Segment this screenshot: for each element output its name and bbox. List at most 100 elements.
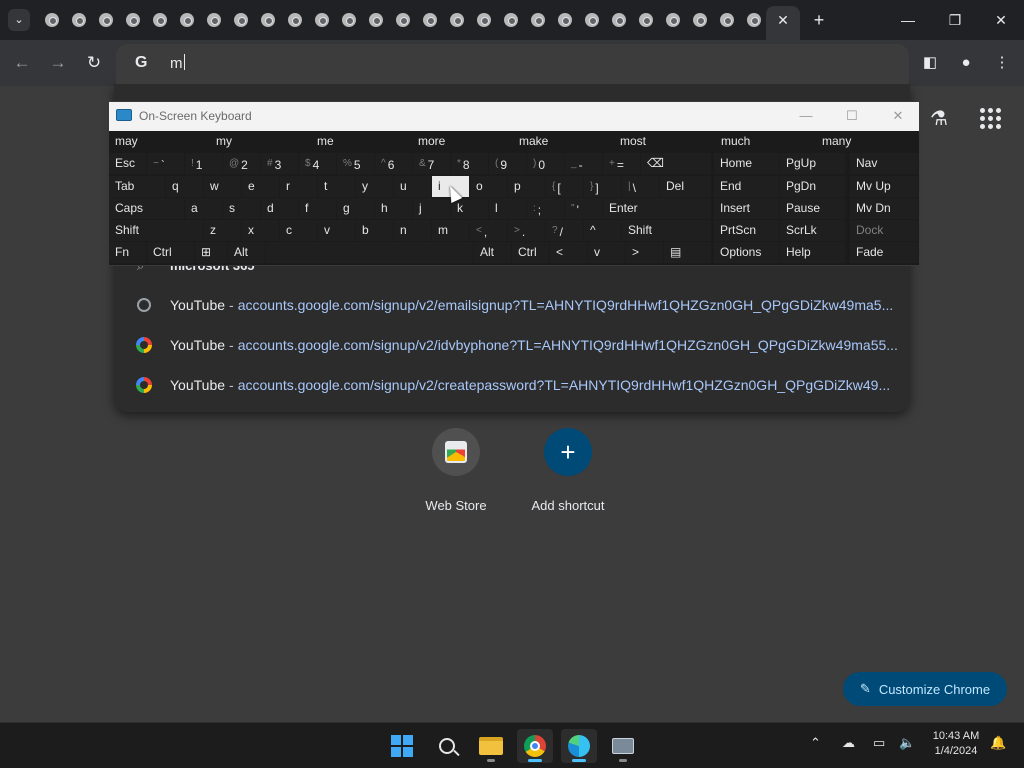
osk-nav-key[interactable]: Mv Up: [850, 176, 918, 197]
osk-key[interactable]: Esc: [109, 153, 146, 174]
reload-icon[interactable]: ↻: [82, 51, 106, 75]
osk-key[interactable]: o: [470, 176, 507, 197]
tab[interactable]: [524, 6, 551, 34]
volume-icon[interactable]: 🔈: [899, 735, 915, 751]
osk-title-bar[interactable]: On-Screen Keyboard — ☐ ✕: [109, 102, 919, 131]
osk-key[interactable]: Alt: [474, 242, 511, 263]
osk-key[interactable]: Shift: [622, 220, 711, 241]
menu-kebab-icon[interactable]: ⋮: [990, 51, 1014, 75]
osk-key[interactable]: ~ `: [147, 153, 184, 174]
osk-key[interactable]: m: [432, 220, 469, 241]
osk-key[interactable]: v: [318, 220, 355, 241]
tab[interactable]: [146, 6, 173, 34]
taskbar-chrome[interactable]: [517, 729, 553, 763]
taskbar-clock[interactable]: 10:43 AM 1/4/2024: [926, 729, 986, 759]
prediction-much[interactable]: much: [715, 131, 815, 152]
osk-key[interactable]: @2: [223, 153, 260, 174]
apps-grid-icon[interactable]: [978, 106, 1002, 130]
prediction-many[interactable]: many: [816, 131, 916, 152]
tab[interactable]: [551, 6, 578, 34]
osk-close-button[interactable]: ✕: [883, 107, 913, 125]
tab[interactable]: [605, 6, 632, 34]
tab[interactable]: [497, 6, 524, 34]
osk-key[interactable]: p: [508, 176, 545, 197]
osk-key[interactable]: [266, 242, 473, 263]
osk-key[interactable]: + =: [603, 153, 640, 174]
prediction-me[interactable]: me: [311, 131, 411, 152]
tab[interactable]: [443, 6, 470, 34]
osk-key[interactable]: h: [375, 198, 412, 219]
osk-key[interactable]: ^: [584, 220, 621, 241]
window-close-button[interactable]: ✕: [986, 8, 1016, 32]
osk-key[interactable]: _ -: [565, 153, 602, 174]
tab[interactable]: [308, 6, 335, 34]
osk-key[interactable]: f: [299, 198, 336, 219]
osk-key[interactable]: Enter: [603, 198, 711, 219]
shortcut-web-store[interactable]: Web Store: [406, 428, 506, 513]
osk-key[interactable]: y: [356, 176, 393, 197]
osk-key[interactable]: ⊞: [195, 242, 227, 263]
osk-key[interactable]: | \: [622, 176, 659, 197]
minimize-button[interactable]: —: [893, 8, 923, 32]
tab[interactable]: [200, 6, 227, 34]
tab[interactable]: [65, 6, 92, 34]
suggestion-row[interactable]: YouTube - accounts.google.com/signup/v2/em…: [130, 292, 900, 318]
osk-nav-key[interactable]: PgUp: [780, 153, 845, 174]
osk-key[interactable]: b: [356, 220, 393, 241]
osk-key[interactable]: Caps: [109, 198, 184, 219]
osk-key[interactable]: z: [204, 220, 241, 241]
osk-nav-key[interactable]: Nav: [850, 153, 918, 174]
osk-key[interactable]: % 5: [337, 153, 374, 174]
customize-chrome-button[interactable]: ✎ Customize Chrome: [843, 672, 1007, 706]
network-icon[interactable]: ▭: [873, 735, 885, 751]
osk-key[interactable]: ! 1: [185, 153, 222, 174]
osk-key[interactable]: w: [204, 176, 241, 197]
osk-key[interactable]: {[: [546, 176, 583, 197]
osk-key[interactable]: Ctrl: [147, 242, 194, 263]
tab[interactable]: [254, 6, 281, 34]
osk-key[interactable]: #3: [261, 153, 298, 174]
tab[interactable]: [227, 6, 254, 34]
osk-key[interactable]: Shift: [109, 220, 203, 241]
osk-key[interactable]: Ctrl: [512, 242, 549, 263]
osk-nav-key[interactable]: End: [714, 176, 779, 197]
prediction-may[interactable]: may: [109, 131, 209, 152]
tab[interactable]: [92, 6, 119, 34]
osk-key[interactable]: ⌫: [641, 153, 711, 174]
onedrive-icon[interactable]: ☁: [842, 735, 855, 751]
osk-nav-key[interactable]: Pause: [780, 198, 845, 219]
osk-key[interactable]: Alt: [228, 242, 265, 263]
tab[interactable]: [281, 6, 308, 34]
osk-key[interactable]: a: [185, 198, 222, 219]
osk-key[interactable]: Tab: [109, 176, 165, 197]
osk-nav-key[interactable]: Fade: [850, 242, 918, 263]
osk-minimize-button[interactable]: —: [791, 107, 821, 125]
osk-key[interactable]: <: [550, 242, 587, 263]
osk-nav-key[interactable]: PgDn: [780, 176, 845, 197]
osk-key[interactable]: Del: [660, 176, 711, 197]
osk-nav-key[interactable]: ScrLk: [780, 220, 845, 241]
taskbar-search-button[interactable]: [429, 729, 465, 763]
osk-key[interactable]: g: [337, 198, 374, 219]
osk-key[interactable]: <,: [470, 220, 507, 241]
tab[interactable]: [740, 6, 767, 34]
osk-key[interactable]: d: [261, 198, 298, 219]
tab[interactable]: [173, 6, 200, 34]
osk-key[interactable]: }]: [584, 176, 621, 197]
tab[interactable]: [335, 6, 362, 34]
osk-nav-key[interactable]: Dock: [850, 220, 918, 241]
tab[interactable]: [470, 6, 497, 34]
notification-bell-icon[interactable]: 🔔: [990, 735, 1006, 751]
osk-key[interactable]: (9: [489, 153, 526, 174]
osk-nav-key[interactable]: Mv Dn: [850, 198, 918, 219]
osk-key[interactable]: q: [166, 176, 203, 197]
osk-key[interactable]: " ': [565, 198, 602, 219]
osk-nav-key[interactable]: Home: [714, 153, 779, 174]
tab[interactable]: [389, 6, 416, 34]
start-button[interactable]: [384, 729, 420, 763]
osk-nav-key[interactable]: Help: [780, 242, 845, 263]
osk-key[interactable]: u: [394, 176, 431, 197]
osk-key[interactable]: ) 0: [527, 153, 564, 174]
tab[interactable]: [632, 6, 659, 34]
shortcut-add[interactable]: + Add shortcut: [518, 428, 618, 513]
